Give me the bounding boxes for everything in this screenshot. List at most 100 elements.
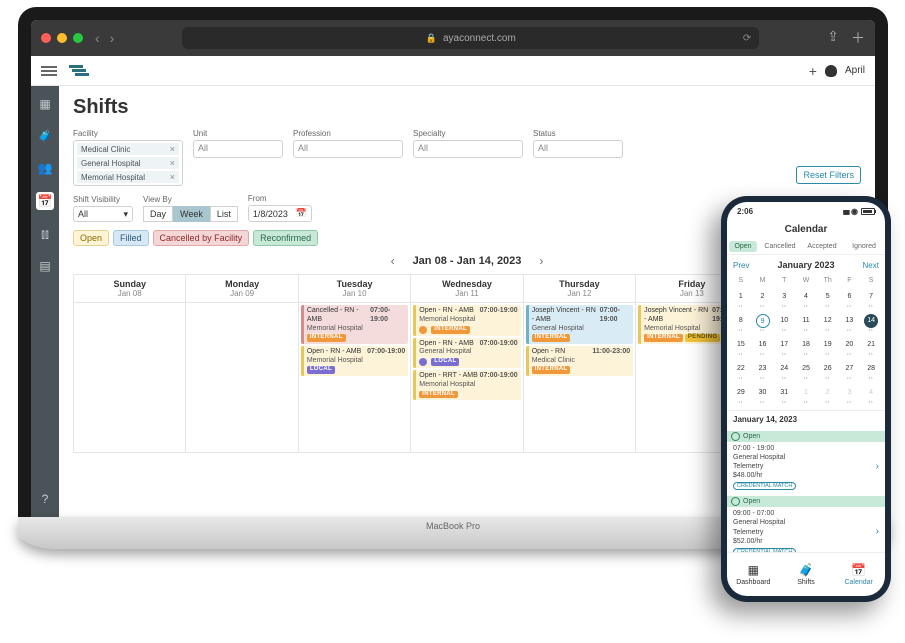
- calendar-day[interactable]: 14••: [860, 311, 882, 334]
- shift-list-item[interactable]: Open 07:00 - 19:00 General Hospital Tele…: [727, 428, 885, 493]
- tabbar-shifts[interactable]: 🧳Shifts: [780, 553, 833, 596]
- calendar-day[interactable]: 1••: [730, 287, 752, 310]
- shift-visibility-control: Shift Visibility All ▾: [73, 195, 133, 222]
- calendar-day[interactable]: 19••: [817, 335, 839, 358]
- calendar-day[interactable]: 9••: [752, 311, 774, 334]
- new-tab-icon[interactable]: ＋: [851, 28, 865, 48]
- shift-card[interactable]: Open - RN - AMB07:00-19:00 Memorial Hosp…: [413, 305, 520, 336]
- sidebar-help-icon[interactable]: ?: [37, 491, 53, 507]
- shift-card[interactable]: Open - RN - AMB07:00-19:00 General Hospi…: [413, 338, 520, 369]
- calendar-day[interactable]: 15••: [730, 335, 752, 358]
- reset-filters-button[interactable]: Reset Filters: [796, 166, 861, 184]
- shift-card[interactable]: Open - RN11:00-23:00 Medical Clinic INTE…: [526, 346, 633, 376]
- pill-reconfirmed[interactable]: Reconfirmed: [253, 230, 318, 246]
- day-cell-tue[interactable]: Cancelled - RN - AMB07:00-19:00 Memorial…: [299, 303, 411, 453]
- address-bar[interactable]: ayaconnect.com ⟳: [182, 27, 759, 49]
- calendar-day[interactable]: 7••: [860, 287, 882, 310]
- calendar-day[interactable]: 26••: [817, 359, 839, 382]
- sidebar-jobs-icon[interactable]: 🧳: [37, 128, 53, 144]
- viewby-week-button[interactable]: Week: [173, 206, 210, 222]
- prev-week-icon[interactable]: ‹: [391, 254, 395, 268]
- day-cell-wed[interactable]: Open - RN - AMB07:00-19:00 Memorial Hosp…: [411, 303, 523, 453]
- remove-chip-icon[interactable]: ×: [170, 158, 175, 168]
- tabbar-calendar[interactable]: 📅Calendar: [832, 553, 885, 596]
- day-cell-mon[interactable]: [186, 303, 298, 453]
- calendar-day[interactable]: 17••: [773, 335, 795, 358]
- calendar-day[interactable]: 10••: [773, 311, 795, 334]
- calendar-day[interactable]: 8••: [730, 311, 752, 334]
- maximize-icon[interactable]: [73, 33, 83, 43]
- share-icon[interactable]: ⇪: [827, 28, 839, 48]
- from-date-input[interactable]: 1/8/2023📅: [248, 205, 312, 222]
- calendar-day[interactable]: 6••: [839, 287, 861, 310]
- calendar-day[interactable]: 31••: [773, 383, 795, 406]
- viewby-list-button[interactable]: List: [210, 206, 238, 222]
- pill-cancelled[interactable]: Cancelled by Facility: [153, 230, 250, 246]
- calendar-day[interactable]: 22••: [730, 359, 752, 382]
- calendar-day[interactable]: 28••: [860, 359, 882, 382]
- calendar-day[interactable]: 27••: [839, 359, 861, 382]
- pill-filled[interactable]: Filled: [113, 230, 149, 246]
- add-button[interactable]: +: [809, 63, 817, 79]
- viewby-day-button[interactable]: Day: [143, 206, 173, 222]
- phone-tab-open[interactable]: Open: [729, 241, 757, 252]
- user-name[interactable]: April: [845, 65, 865, 76]
- calendar-day[interactable]: 20••: [839, 335, 861, 358]
- calendar-day[interactable]: 5••: [817, 287, 839, 310]
- minimize-icon[interactable]: [57, 33, 67, 43]
- sidebar-people-icon[interactable]: 👥: [37, 160, 53, 176]
- calendar-day[interactable]: 12••: [817, 311, 839, 334]
- sidebar-documents-icon[interactable]: ▤: [37, 258, 53, 274]
- facility-select[interactable]: Medical Clinic× General Hospital× Memori…: [73, 140, 183, 186]
- shift-card[interactable]: Cancelled - RN - AMB07:00-19:00 Memorial…: [301, 305, 408, 344]
- calendar-day[interactable]: 23••: [752, 359, 774, 382]
- calendar-day[interactable]: 21••: [860, 335, 882, 358]
- phone-tab-accepted[interactable]: Accepted: [801, 239, 843, 254]
- shift-card[interactable]: Joseph Vincent - RN - AMB07:00-19:00 Gen…: [526, 305, 633, 344]
- shift-visibility-select[interactable]: All ▾: [73, 206, 133, 222]
- reload-icon[interactable]: ⟳: [743, 33, 751, 44]
- remove-chip-icon[interactable]: ×: [170, 172, 175, 182]
- profession-select[interactable]: All: [293, 140, 403, 158]
- day-cell-sun[interactable]: [74, 303, 186, 453]
- calendar-day[interactable]: 1••: [795, 383, 817, 406]
- calendar-day[interactable]: 3••: [773, 287, 795, 310]
- weekday-label: Th: [817, 275, 839, 286]
- next-month-button[interactable]: Next: [863, 261, 879, 270]
- prev-month-button[interactable]: Prev: [733, 261, 749, 270]
- sidebar-dashboard-icon[interactable]: ▦: [37, 96, 53, 112]
- calendar-day[interactable]: 4••: [795, 287, 817, 310]
- calendar-day[interactable]: 25••: [795, 359, 817, 382]
- calendar-day[interactable]: 13••: [839, 311, 861, 334]
- sidebar-reports-icon[interactable]: ⫾⫾: [37, 226, 53, 242]
- tabbar-dashboard[interactable]: ▦Dashboard: [727, 553, 780, 596]
- phone-tab-ignored[interactable]: Ignored: [843, 239, 885, 254]
- phone-tab-cancelled[interactable]: Cancelled: [759, 239, 801, 254]
- calendar-day[interactable]: 11••: [795, 311, 817, 334]
- calendar-day[interactable]: 29••: [730, 383, 752, 406]
- pill-open[interactable]: Open: [73, 230, 109, 246]
- menu-icon[interactable]: [41, 66, 57, 76]
- shift-list-item[interactable]: Open 09:00 - 07:00 General Hospital Tele…: [727, 493, 885, 552]
- status-select[interactable]: All: [533, 140, 623, 158]
- user-icon[interactable]: [825, 65, 837, 77]
- calendar-day[interactable]: 16••: [752, 335, 774, 358]
- unit-select[interactable]: All: [193, 140, 283, 158]
- remove-chip-icon[interactable]: ×: [170, 144, 175, 154]
- calendar-day[interactable]: 24••: [773, 359, 795, 382]
- shift-card[interactable]: Open - RRT - AMB07:00-19:00 Memorial Hos…: [413, 370, 520, 400]
- calendar-day[interactable]: 30••: [752, 383, 774, 406]
- calendar-day[interactable]: 3••: [839, 383, 861, 406]
- specialty-select[interactable]: All: [413, 140, 523, 158]
- calendar-day[interactable]: 2••: [817, 383, 839, 406]
- close-icon[interactable]: [41, 33, 51, 43]
- calendar-day[interactable]: 18••: [795, 335, 817, 358]
- calendar-day[interactable]: 4••: [860, 383, 882, 406]
- day-cell-thu[interactable]: Joseph Vincent - RN - AMB07:00-19:00 Gen…: [524, 303, 636, 453]
- back-icon[interactable]: ‹: [95, 30, 100, 46]
- next-week-icon[interactable]: ›: [539, 254, 543, 268]
- shift-card[interactable]: Open - RN - AMB07:00-19:00 Memorial Hosp…: [301, 346, 408, 376]
- forward-icon[interactable]: ›: [110, 30, 115, 46]
- calendar-day[interactable]: 2••: [752, 287, 774, 310]
- sidebar-calendar-icon[interactable]: 📅: [36, 192, 54, 210]
